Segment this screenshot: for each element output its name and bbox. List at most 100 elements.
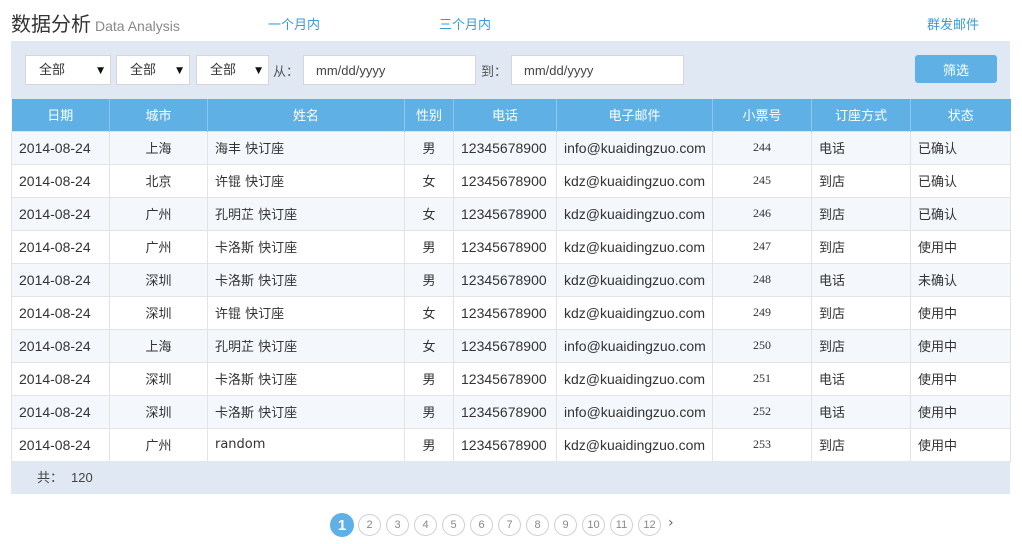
cell-booking: 电话 <box>811 262 911 297</box>
cell-date: 2014-08-24 <box>11 394 110 429</box>
cell-email: info@kuaidingzuo.com <box>556 130 713 165</box>
table-row: 2014-08-24 深圳 许锟 快订座女 12345678900 kdz@kuaidi… <box>11 295 1011 330</box>
page-button-10[interactable]: 10 <box>582 514 605 536</box>
table-body: 2014-08-24 上海 海丰 快订座男 12345678900 info@kuaid… <box>11 130 1011 462</box>
filter-select-1[interactable]: 全部 ▼ <box>25 55 111 85</box>
page-subtitle: Data Analysis <box>95 18 180 34</box>
cell-date: 2014-08-24 <box>11 262 110 297</box>
cell-gender: 男 <box>404 427 454 462</box>
caret-down-icon: ▼ <box>255 66 262 76</box>
cell-city: 深圳 <box>109 394 208 429</box>
date-to-input[interactable] <box>511 55 684 85</box>
cell-ticket: 245 <box>712 163 812 198</box>
cell-status: 未确认 <box>910 262 1011 297</box>
caret-down-icon: ▼ <box>176 66 183 76</box>
column-header-date: 日期 <box>11 99 110 131</box>
cell-gender: 男 <box>404 229 454 264</box>
table-row: 2014-08-24 深圳 卡洛斯 快订座男 12345678900 info@kuai… <box>11 394 1011 429</box>
column-header-email: 电子邮件 <box>556 99 713 131</box>
date-from-input[interactable] <box>303 55 476 85</box>
cell-status: 使用中 <box>910 427 1011 462</box>
cell-booking: 到店 <box>811 196 911 231</box>
page-button-1[interactable]: 1 <box>330 513 354 537</box>
page-button-3[interactable]: 3 <box>386 514 409 536</box>
cell-city: 广州 <box>109 196 208 231</box>
cell-status: 使用中 <box>910 394 1011 429</box>
page-button-11[interactable]: 11 <box>610 514 633 536</box>
cell-gender: 男 <box>404 361 454 396</box>
cell-email: kdz@kuaidingzuo.com <box>556 262 713 297</box>
cell-status: 使用中 <box>910 361 1011 396</box>
cell-ticket: 253 <box>712 427 812 462</box>
filter-select-2-value: 全部 <box>130 63 157 78</box>
cell-name: 许锟 快订座 <box>207 163 405 198</box>
total-count: 120 <box>71 470 93 485</box>
cell-city: 深圳 <box>109 262 208 297</box>
filter-select-2[interactable]: 全部 ▼ <box>116 55 190 85</box>
cell-booking: 到店 <box>811 295 911 330</box>
page-button-6[interactable]: 6 <box>470 514 493 536</box>
cell-phone: 12345678900 <box>453 295 557 330</box>
page-button-12[interactable]: 12 <box>638 514 661 536</box>
cell-name: 孔明芷 快订座 <box>207 328 405 363</box>
cell-email: kdz@kuaidingzuo.com <box>556 229 713 264</box>
page-button-4[interactable]: 4 <box>414 514 437 536</box>
cell-status: 已确认 <box>910 196 1011 231</box>
column-header-gender: 性别 <box>404 99 454 131</box>
cell-status: 已确认 <box>910 130 1011 165</box>
cell-email: kdz@kuaidingzuo.com <box>556 295 713 330</box>
page-button-5[interactable]: 5 <box>442 514 465 536</box>
page-button-9[interactable]: 9 <box>554 514 577 536</box>
cell-email: kdz@kuaidingzuo.com <box>556 196 713 231</box>
cell-city: 北京 <box>109 163 208 198</box>
cell-city: 广州 <box>109 229 208 264</box>
page-button-2[interactable]: 2 <box>358 514 381 536</box>
cell-ticket: 248 <box>712 262 812 297</box>
page-title-text: 数据分析 <box>11 12 91 36</box>
cell-booking: 到店 <box>811 163 911 198</box>
table-row: 2014-08-24 上海 孔明芷 快订座女 12345678900 info@kuai… <box>11 328 1011 363</box>
cell-email: kdz@kuaidingzuo.com <box>556 361 713 396</box>
cell-name: 卡洛斯 快订座 <box>207 262 405 297</box>
table-row: 2014-08-24 深圳 卡洛斯 快订座男 12345678900 kdz@kuaid… <box>11 262 1011 297</box>
cell-phone: 12345678900 <box>453 328 557 363</box>
cell-ticket: 250 <box>712 328 812 363</box>
column-header-ticket: 小票号 <box>712 99 812 131</box>
cell-booking: 电话 <box>811 130 911 165</box>
cell-gender: 女 <box>404 328 454 363</box>
cell-ticket: 244 <box>712 130 812 165</box>
filter-button[interactable]: 筛选 <box>915 55 997 83</box>
filter-select-3[interactable]: 全部 ▼ <box>196 55 269 85</box>
one-month-link[interactable]: 一个月内 <box>268 14 320 33</box>
page-button-7[interactable]: 7 <box>498 514 521 536</box>
cell-name: 卡洛斯 快订座 <box>207 229 405 264</box>
cell-phone: 12345678900 <box>453 163 557 198</box>
cell-booking: 到店 <box>811 328 911 363</box>
cell-name: 孔明芷 快订座 <box>207 196 405 231</box>
cell-date: 2014-08-24 <box>11 130 110 165</box>
three-months-link[interactable]: 三个月内 <box>439 14 491 33</box>
cell-date: 2014-08-24 <box>11 427 110 462</box>
filter-bar: 全部 ▼ 全部 ▼ 全部 ▼ 从： 到： 筛选 <box>11 41 1010 99</box>
from-label: 从： <box>273 65 300 80</box>
cell-city: 深圳 <box>109 295 208 330</box>
cell-phone: 12345678900 <box>453 130 557 165</box>
cell-email: info@kuaidingzuo.com <box>556 394 713 429</box>
cell-ticket: 246 <box>712 196 812 231</box>
caret-down-icon: ▼ <box>97 66 104 76</box>
cell-gender: 女 <box>404 295 454 330</box>
cell-email: info@kuaidingzuo.com <box>556 328 713 363</box>
group-mail-link[interactable]: 群发邮件 <box>927 14 979 33</box>
column-header-phone: 电话 <box>453 99 557 131</box>
table-row: 2014-08-24 广州 孔明芷 快订座女 12345678900 kdz@kuaid… <box>11 196 1011 231</box>
filter-select-1-value: 全部 <box>39 63 66 78</box>
cell-name: random <box>207 427 405 462</box>
cell-email: kdz@kuaidingzuo.com <box>556 427 713 462</box>
cell-booking: 到店 <box>811 427 911 462</box>
cell-ticket: 249 <box>712 295 812 330</box>
table-row: 2014-08-24 广州 卡洛斯 快订座男 12345678900 kdz@kuaid… <box>11 229 1011 264</box>
cell-booking: 电话 <box>811 394 911 429</box>
next-page-icon[interactable]: › <box>668 515 674 531</box>
cell-ticket: 252 <box>712 394 812 429</box>
page-button-8[interactable]: 8 <box>526 514 549 536</box>
